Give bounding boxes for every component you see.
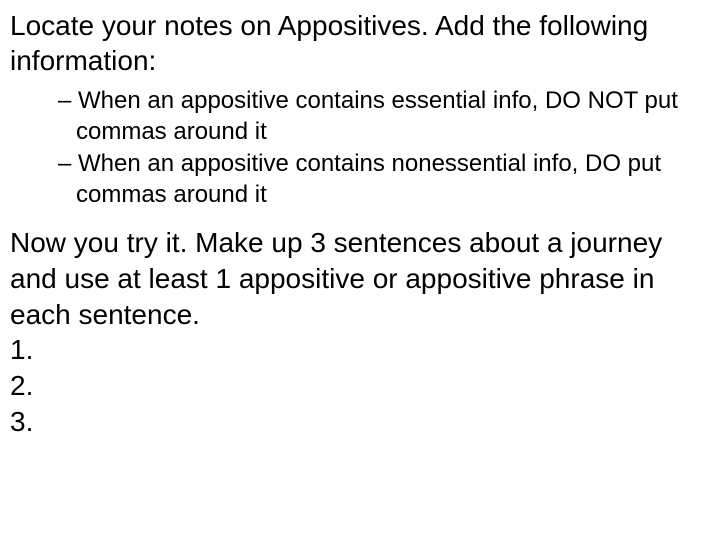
intro-paragraph: Locate your notes on Appositives. Add th… bbox=[10, 8, 710, 78]
slide: Locate your notes on Appositives. Add th… bbox=[0, 0, 720, 540]
instruction-paragraph: Now you try it. Make up 3 sentences abou… bbox=[10, 225, 710, 332]
number-line: 3. bbox=[10, 404, 710, 440]
bullet-text: When an appositive contains essential in… bbox=[76, 87, 678, 145]
bullet-item: – When an appositive contains nonessenti… bbox=[58, 149, 702, 210]
dash-icon: – bbox=[58, 150, 78, 177]
dash-icon: – bbox=[58, 87, 78, 114]
bullet-list: – When an appositive contains essential … bbox=[10, 86, 710, 211]
number-line: 1. bbox=[10, 332, 710, 368]
bullet-text: When an appositive contains nonessential… bbox=[76, 150, 661, 208]
number-line: 2. bbox=[10, 368, 710, 404]
bullet-item: – When an appositive contains essential … bbox=[58, 86, 702, 147]
